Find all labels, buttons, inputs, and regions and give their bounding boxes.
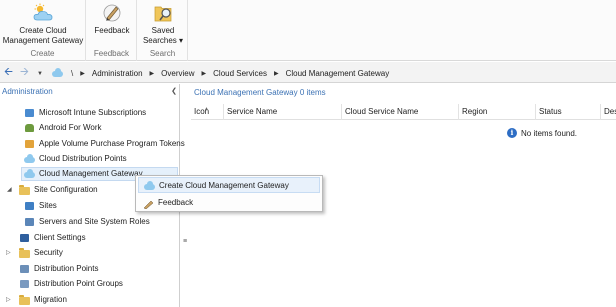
tree-item-label: Apple Volume Purchase Program Tokens bbox=[39, 139, 185, 148]
dp-groups-icon bbox=[19, 279, 30, 289]
tree-item-label: Distribution Points bbox=[34, 264, 99, 273]
tree-item-label: Site Configuration bbox=[34, 185, 98, 194]
breadcrumb-separator-icon[interactable]: ▶ bbox=[150, 70, 155, 77]
column-header-service-name[interactable]: Service Name bbox=[224, 104, 342, 120]
feedback-ribbon-label: Feedback bbox=[94, 26, 130, 35]
tree-item-distribution-points[interactable]: Distribution Points bbox=[19, 262, 98, 276]
servers-icon bbox=[24, 217, 35, 227]
android-icon bbox=[24, 123, 35, 133]
empty-state: i No items found. bbox=[507, 128, 577, 138]
intune-icon bbox=[24, 108, 35, 118]
collapse-pane-icon[interactable]: ❮ bbox=[171, 87, 177, 95]
create-button-label-line2: Management Gateway bbox=[2, 36, 84, 45]
column-header-row: ▲ Icon Service Name Cloud Service Name R… bbox=[191, 104, 616, 120]
address-bar: 🡨 🡪 ▼ \ ▶ Administration ▶ Overview ▶ Cl… bbox=[0, 62, 616, 83]
cloud-sun-icon bbox=[32, 3, 54, 23]
sites-icon bbox=[24, 201, 35, 211]
apple-vpp-icon bbox=[24, 139, 35, 149]
tree-item-migration[interactable]: ▷ Migration bbox=[6, 293, 67, 307]
feedback-pen-icon bbox=[101, 3, 123, 23]
expand-arrow-icon[interactable]: ▷ bbox=[6, 293, 11, 307]
back-arrow-icon[interactable]: 🡨 bbox=[4, 66, 13, 78]
forward-arrow-icon[interactable]: 🡪 bbox=[20, 66, 29, 78]
ribbon: Create Cloud Management Gateway Create F… bbox=[0, 0, 616, 61]
tree-item-label: Sites bbox=[39, 201, 57, 210]
breadcrumb-separator-icon[interactable]: ▶ bbox=[274, 70, 279, 77]
saved-search-icon bbox=[152, 3, 174, 23]
pane-splitter-grip-icon[interactable]: ≡ bbox=[183, 238, 187, 245]
create-button-label-line1: Create Cloud bbox=[19, 26, 67, 35]
breadcrumb-cloud-services[interactable]: Cloud Services bbox=[213, 69, 267, 78]
client-settings-icon bbox=[19, 233, 30, 243]
saved-searches-label-line1: Saved bbox=[151, 26, 175, 35]
folder-icon bbox=[19, 185, 30, 195]
navigation-pane-title: Administration bbox=[2, 87, 53, 96]
ribbon-group-feedback: Feedback Feedback bbox=[87, 0, 137, 61]
saved-searches-label-line2: Searches ▾ bbox=[142, 36, 184, 45]
tree-item-site-configuration[interactable]: ◢ Site Configuration bbox=[7, 183, 98, 197]
tree-item-label: Cloud Distribution Points bbox=[39, 154, 127, 163]
menu-item-label: Feedback bbox=[158, 198, 194, 207]
tree-item-label: Security bbox=[34, 248, 63, 257]
saved-searches-button[interactable]: Saved Searches ▾ bbox=[140, 3, 186, 46]
ribbon-group-label-search: Search bbox=[149, 49, 176, 58]
menu-item-label: Create Cloud Management Gateway bbox=[159, 181, 289, 190]
tree-item-cloud-distribution-points[interactable]: Cloud Distribution Points bbox=[24, 152, 127, 166]
results-header: Cloud Management Gateway 0 items bbox=[194, 88, 326, 97]
tree-item-sites[interactable]: Sites bbox=[24, 199, 57, 213]
expand-arrow-icon[interactable]: ▷ bbox=[6, 246, 11, 260]
column-header-icon[interactable]: ▲ Icon bbox=[191, 104, 224, 120]
tree-item-distribution-point-groups[interactable]: Distribution Point Groups bbox=[19, 277, 123, 291]
context-menu: Create Cloud Management Gateway Feedback bbox=[135, 175, 323, 212]
history-dropdown-icon[interactable]: ▼ bbox=[37, 68, 43, 80]
breadcrumb: \ ▶ Administration ▶ Overview ▶ Cloud Se… bbox=[52, 67, 389, 79]
menu-item-create-cloud-management-gateway[interactable]: Create Cloud Management Gateway bbox=[138, 177, 320, 193]
breadcrumb-separator-icon[interactable]: ▶ bbox=[202, 70, 207, 77]
create-cloud-management-gateway-button[interactable]: Create Cloud Management Gateway bbox=[2, 3, 84, 46]
menu-item-feedback[interactable]: Feedback bbox=[138, 195, 320, 211]
tree-item-label: Microsoft Intune Subscriptions bbox=[39, 108, 147, 117]
sort-arrow-icon: ▲ bbox=[204, 106, 209, 112]
empty-state-message: No items found. bbox=[521, 128, 578, 138]
distribution-points-icon bbox=[19, 264, 30, 274]
cloud-icon bbox=[52, 67, 65, 78]
column-header-cloud-service-name[interactable]: Cloud Service Name bbox=[342, 104, 459, 120]
breadcrumb-overview[interactable]: Overview bbox=[161, 69, 194, 78]
column-header-status[interactable]: Status bbox=[536, 104, 601, 120]
breadcrumb-separator-icon[interactable]: ▶ bbox=[80, 70, 85, 77]
ribbon-group-label-create: Create bbox=[30, 49, 55, 58]
tree-item-label: Migration bbox=[34, 295, 67, 304]
tree-item-label: Cloud Management Gateway bbox=[39, 169, 143, 178]
navigation-pane-header: Administration ❮ bbox=[0, 87, 180, 99]
feedback-pen-icon bbox=[143, 199, 154, 210]
info-icon: i bbox=[507, 128, 517, 138]
ribbon-group-label-feedback: Feedback bbox=[93, 49, 130, 58]
cloud-icon bbox=[24, 169, 35, 179]
feedback-ribbon-button[interactable]: Feedback bbox=[89, 3, 135, 36]
tree-item-label: Distribution Point Groups bbox=[34, 279, 123, 288]
tree-item-client-settings[interactable]: Client Settings bbox=[19, 231, 86, 245]
ribbon-group-search: Saved Searches ▾ Search bbox=[138, 0, 188, 61]
tree-item-android-for-work[interactable]: Android For Work bbox=[24, 121, 102, 135]
tree-item-label: Android For Work bbox=[39, 123, 102, 132]
column-header-region[interactable]: Region bbox=[459, 104, 536, 120]
breadcrumb-root[interactable]: \ bbox=[71, 69, 73, 78]
ribbon-group-create: Create Cloud Management Gateway Create bbox=[0, 0, 86, 61]
tree-item-label: Client Settings bbox=[34, 233, 86, 242]
collapse-arrow-icon[interactable]: ◢ bbox=[7, 183, 12, 197]
tree-item-intune-subscriptions[interactable]: Microsoft Intune Subscriptions bbox=[24, 106, 146, 120]
tree-item-servers-and-site-system-roles[interactable]: Servers and Site System Roles bbox=[24, 215, 150, 229]
cloud-icon bbox=[24, 154, 35, 164]
folder-icon bbox=[19, 295, 30, 305]
tree-item-label: Servers and Site System Roles bbox=[39, 217, 150, 226]
tree-item-security[interactable]: ▷ Security bbox=[6, 246, 63, 260]
column-header-description[interactable]: Des bbox=[601, 104, 616, 120]
breadcrumb-cloud-management-gateway[interactable]: Cloud Management Gateway bbox=[286, 69, 390, 78]
breadcrumb-administration[interactable]: Administration bbox=[92, 69, 143, 78]
cloud-icon bbox=[144, 181, 155, 190]
folder-icon bbox=[19, 248, 30, 258]
tree-item-apple-vpp-tokens[interactable]: Apple Volume Purchase Program Tokens bbox=[24, 137, 185, 151]
